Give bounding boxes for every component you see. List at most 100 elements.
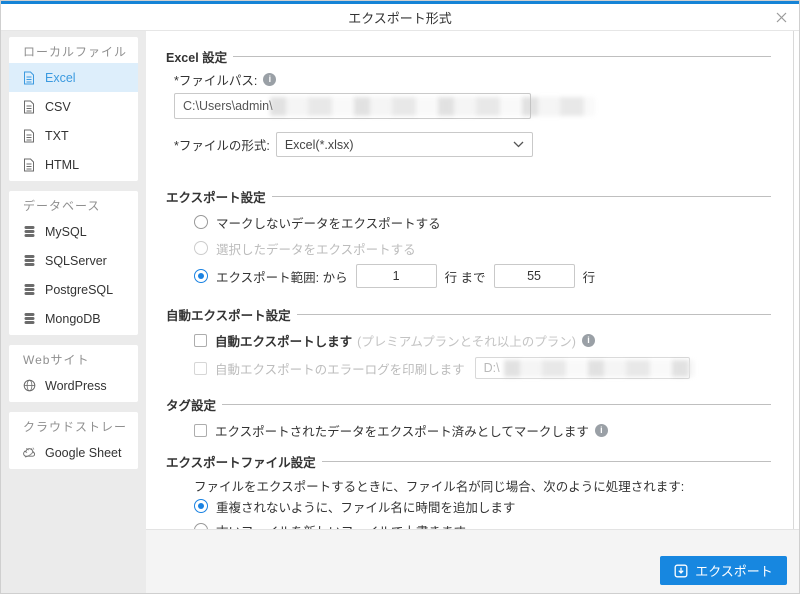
sidebar-group-label: Webサイト [23, 353, 90, 367]
database-icon [23, 225, 36, 239]
section-divider [222, 403, 771, 405]
redacted-path-blur [503, 360, 694, 377]
sidebar-group-database: データベース MySQL SQLServer PostgreSQL MongoD… [9, 191, 138, 335]
section-auto-export: 自動エクスポート設定 [166, 305, 779, 323]
option-mark-exported: エクスポートされたデータをエクスポート済みとしてマークします i [194, 419, 779, 441]
option-label: 自動エクスポートします [215, 334, 353, 349]
cloud-icon [23, 446, 36, 460]
sidebar-group-local-file: ローカルファイル Excel CSV TXT HTML [9, 37, 138, 181]
section-export-settings: エクスポート設定 [166, 187, 779, 205]
database-icon [23, 254, 36, 268]
file-icon [23, 158, 36, 172]
sidebar-item-label: MongoDB [45, 311, 101, 326]
dialog-title: エクスポート形式 [348, 10, 452, 26]
section-divider [296, 313, 771, 315]
option-auto-export: 自動エクスポートします (プレミアムプランとそれ以上のプラン) i [194, 329, 779, 351]
section-tag-settings: タグ設定 [166, 395, 779, 413]
range-mid-label: 行 まで [444, 270, 486, 285]
sidebar-item-html[interactable]: HTML [9, 150, 138, 179]
export-button[interactable]: エクスポート [660, 556, 787, 585]
chevron-down-icon [513, 141, 524, 148]
sidebar-item-label: WordPress [45, 378, 107, 393]
range-label: エクスポート範囲: から [216, 270, 348, 285]
option-overwrite: 古いファイルを新しいファイルで上書きます [194, 520, 779, 529]
sidebar-item-csv[interactable]: CSV [9, 92, 138, 121]
option-label: 自動エクスポートのエラーログを印刷します [215, 362, 465, 377]
section-divider [233, 55, 771, 57]
file-icon [23, 100, 36, 114]
duplicate-handling-description: ファイルをエクスポートするときに、ファイル名が同じ場合、次のように処理されます: [194, 480, 685, 494]
sidebar-item-txt[interactable]: TXT [9, 121, 138, 150]
file-path-label-row: *ファイルパス: i [174, 71, 779, 88]
section-export-file: エクスポートファイル設定 [166, 452, 779, 470]
info-icon[interactable]: i [263, 72, 277, 86]
option-export-selected: 選択したデータをエクスポートする [194, 237, 779, 259]
section-title: エクスポート設定 [166, 190, 266, 205]
sidebar-item-sqlserver[interactable]: SQLServer [9, 246, 138, 275]
database-icon [23, 283, 36, 297]
file-path-label: *ファイルパス: [174, 73, 258, 88]
sidebar-item-mysql[interactable]: MySQL [9, 217, 138, 246]
sidebar-item-wordpress[interactable]: WordPress [9, 371, 138, 400]
sidebar-item-label: PostgreSQL [45, 282, 114, 297]
sidebar-item-excel[interactable]: Excel [9, 63, 138, 92]
range-from-input[interactable]: 1 [355, 264, 437, 288]
export-icon [674, 564, 688, 578]
sidebar-item-label: MySQL [45, 224, 87, 239]
file-format-row: *ファイルの形式: Excel(*.xlsx) [174, 132, 779, 157]
range-to-input[interactable]: 55 [493, 264, 575, 288]
option-export-unmarked: マークしないデータをエクスポートする [194, 211, 779, 233]
sidebar-group-website: Webサイト WordPress [9, 345, 138, 402]
checkbox-auto-export[interactable] [194, 333, 207, 347]
radio-export-unmarked[interactable] [194, 215, 208, 229]
sidebar-group-label: データベース [23, 199, 101, 213]
option-label: 重複されないように、ファイル名に時間を追加します [216, 500, 516, 515]
globe-icon [23, 379, 36, 393]
sidebar-item-label: SQLServer [45, 253, 107, 268]
section-divider [321, 460, 771, 462]
radio-export-range[interactable] [194, 269, 208, 283]
database-icon [23, 312, 36, 326]
sidebar-item-label: Google Sheet [45, 445, 122, 460]
file-icon [23, 129, 36, 143]
close-icon[interactable] [772, 8, 790, 26]
section-divider [271, 195, 771, 197]
section-title: Excel 設定 [166, 50, 228, 65]
sidebar-group-label: クラウドストレージ [23, 420, 128, 460]
sidebar-item-label: HTML [45, 157, 80, 172]
sidebar-group-cloud-storage: クラウドストレージ Google Sheet [9, 412, 138, 469]
section-title: 自動エクスポート設定 [166, 308, 291, 323]
section-excel-settings: Excel 設定 [166, 47, 779, 65]
info-icon[interactable]: i [594, 423, 608, 437]
scrollbar-track[interactable] [793, 31, 794, 529]
sidebar-item-label: TXT [45, 128, 69, 143]
dialog-footer: エクスポート [146, 529, 799, 593]
file-icon [23, 71, 36, 85]
sidebar-item-label: CSV [45, 99, 71, 114]
sidebar-item-label: Excel [45, 70, 76, 85]
file-format-value: Excel(*.xlsx) [284, 137, 354, 152]
file-format-select[interactable]: Excel(*.xlsx) [275, 132, 533, 157]
dialog-titlebar: エクスポート形式 [1, 4, 799, 31]
file-path-value: C:\Users\admin\ [183, 99, 273, 113]
radio-export-selected[interactable] [194, 241, 208, 255]
section-title: エクスポートファイル設定 [166, 455, 316, 470]
premium-note: (プレミアムプランとそれ以上のプラン) [357, 334, 576, 349]
option-export-range: エクスポート範囲: から 1 行 まで 55 行 [194, 263, 779, 289]
error-log-path-input[interactable]: D:\ [474, 357, 694, 379]
checkbox-mark-exported[interactable] [194, 423, 207, 437]
settings-panel: Excel 設定 *ファイルパス: i C:\Users\admin\ *ファイ… [146, 31, 799, 529]
option-label: 古いファイルを新しいファイルで上書きます [216, 521, 466, 530]
info-icon[interactable]: i [581, 333, 595, 347]
option-error-log: 自動エクスポートのエラーログを印刷します D:\ [194, 355, 779, 381]
sidebar-item-postgresql[interactable]: PostgreSQL [9, 275, 138, 304]
sidebar: ローカルファイル Excel CSV TXT HTML データベース MySQL… [1, 31, 146, 593]
redacted-path-blur [270, 97, 595, 116]
export-button-label: エクスポート [695, 564, 773, 579]
checkbox-error-log[interactable] [194, 361, 207, 375]
sidebar-item-mongodb[interactable]: MongoDB [9, 304, 138, 333]
radio-add-time[interactable] [194, 499, 208, 513]
file-path-input[interactable]: C:\Users\admin\ [174, 93, 595, 119]
range-unit-label: 行 [582, 270, 596, 285]
error-log-path-value: D:\ [483, 361, 500, 375]
